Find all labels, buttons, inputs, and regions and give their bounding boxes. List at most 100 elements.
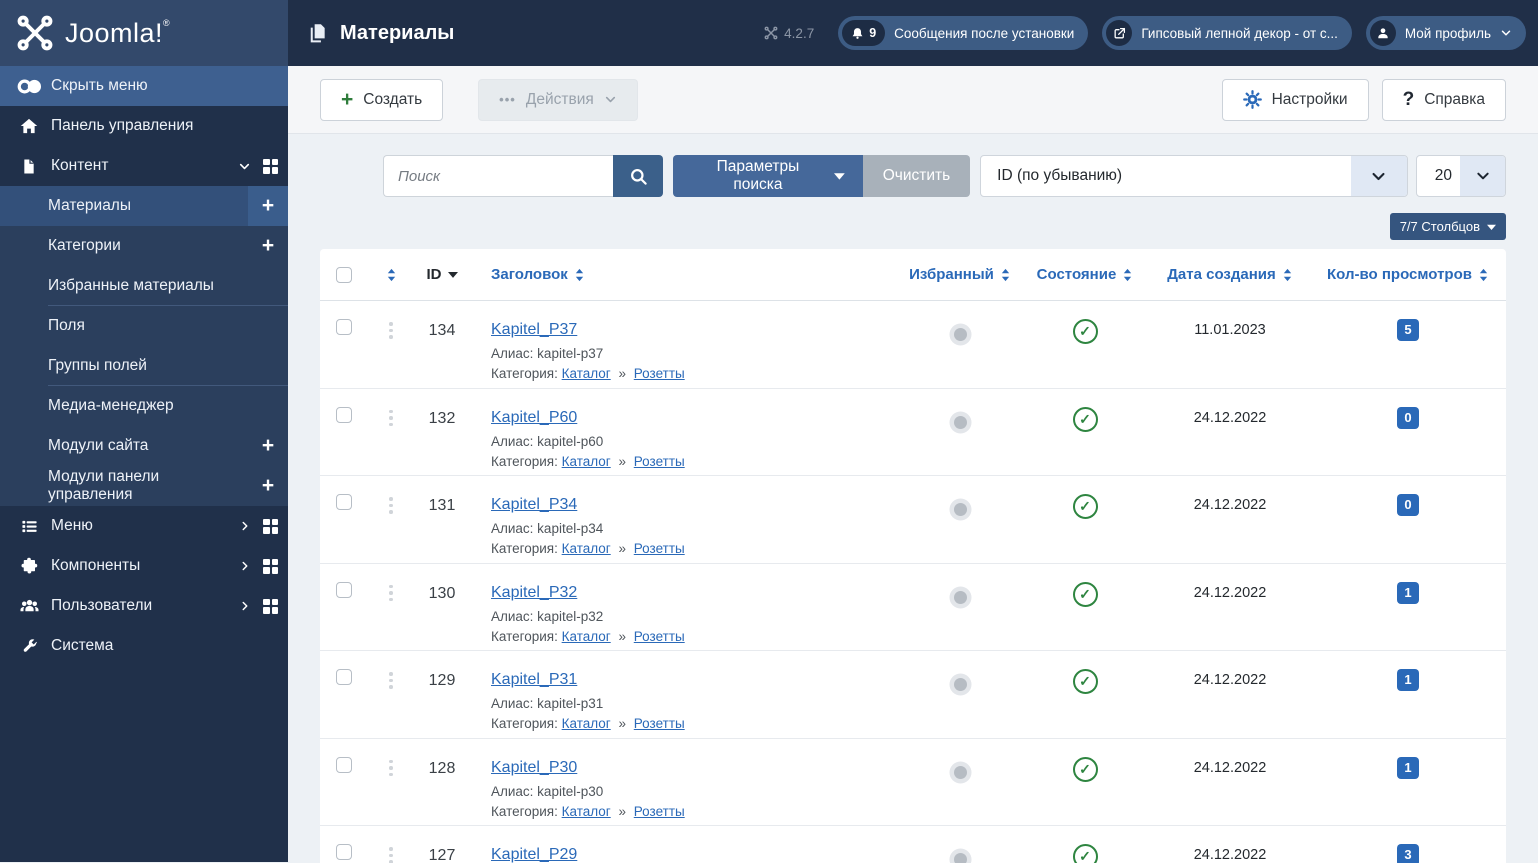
- subcategory-link[interactable]: Розетты: [634, 541, 685, 556]
- featured-toggle-icon[interactable]: [953, 678, 967, 691]
- row-checkbox[interactable]: [336, 669, 352, 685]
- published-status-icon[interactable]: ✓: [1072, 319, 1098, 344]
- created-sort-header[interactable]: Дата создания: [1150, 266, 1310, 283]
- row-checkbox[interactable]: [336, 844, 352, 860]
- site-preview-button[interactable]: Гипсовый лепной декор - от с...: [1102, 16, 1352, 50]
- published-status-icon[interactable]: ✓: [1072, 669, 1098, 694]
- category-link[interactable]: Каталог: [562, 716, 611, 731]
- sidebar-item-dashboard[interactable]: Панель управления: [0, 106, 288, 146]
- sidebar-item-articles[interactable]: Материалы +: [0, 186, 288, 226]
- article-title-link[interactable]: Kapitel_P37: [491, 321, 577, 338]
- sidebar-item-users[interactable]: Пользователи: [0, 586, 288, 626]
- drag-handle[interactable]: [368, 564, 414, 651]
- menus-dashboard-link[interactable]: [263, 518, 278, 534]
- joomla-logo[interactable]: Joomla!®: [0, 0, 288, 66]
- sidebar-item-featured[interactable]: Избранные материалы: [0, 266, 288, 306]
- row-checkbox[interactable]: [336, 494, 352, 510]
- columns-toggle-button[interactable]: 7/7 Столбцов: [1389, 213, 1506, 240]
- post-install-messages-button[interactable]: 9 Сообщения после установки: [838, 16, 1089, 50]
- published-status-icon[interactable]: ✓: [1072, 406, 1098, 432]
- featured-toggle-icon[interactable]: [953, 590, 967, 604]
- article-title-link[interactable]: Kapitel_P31: [491, 671, 577, 688]
- drag-handle[interactable]: [368, 651, 414, 738]
- id-sort-header[interactable]: ID: [414, 266, 470, 283]
- content-dashboard-link[interactable]: [263, 158, 278, 174]
- drag-handle[interactable]: [368, 476, 414, 563]
- title-sort-header[interactable]: Заголовок: [470, 266, 900, 283]
- add-site-module-button[interactable]: +: [248, 426, 288, 466]
- featured-toggle-icon[interactable]: [953, 765, 967, 779]
- category-link[interactable]: Каталог: [562, 366, 611, 381]
- actions-button[interactable]: ••• Действия: [478, 78, 638, 121]
- users-dashboard-link[interactable]: [263, 598, 278, 614]
- row-checkbox[interactable]: [336, 756, 352, 773]
- ordering-sort-header[interactable]: [368, 268, 414, 282]
- hits-sort-header[interactable]: Кол-во просмотров: [1310, 266, 1506, 283]
- row-checkbox[interactable]: [336, 406, 352, 423]
- user-icon: [1369, 20, 1396, 46]
- table-row: 132 Kapitel_P60 Алиас: kapitel-p60 Катег…: [320, 389, 1506, 476]
- subcategory-link[interactable]: Розетты: [634, 366, 685, 381]
- subcategory-link[interactable]: Розетты: [634, 454, 685, 469]
- create-button[interactable]: + Создать: [320, 78, 444, 121]
- drag-dots-icon: [389, 319, 393, 339]
- published-status-icon[interactable]: ✓: [1072, 844, 1098, 863]
- search-input[interactable]: [383, 155, 613, 197]
- featured-sort-header[interactable]: Избранный: [900, 266, 1020, 283]
- article-title-link[interactable]: Kapitel_P34: [491, 496, 577, 513]
- subcategory-link[interactable]: Розетты: [634, 716, 685, 731]
- article-title-link[interactable]: Kapitel_P30: [491, 759, 577, 776]
- options-button[interactable]: Настройки: [1221, 78, 1369, 121]
- add-category-button[interactable]: +: [248, 226, 288, 266]
- article-title-link[interactable]: Kapitel_P29: [491, 846, 577, 863]
- status-sort-header[interactable]: Состояние: [1020, 266, 1150, 283]
- sidebar-item-content[interactable]: Контент: [0, 146, 288, 186]
- sidebar-item-label: Система: [51, 637, 114, 654]
- sidebar-toggle[interactable]: Скрыть меню: [0, 66, 288, 106]
- search-tools-button[interactable]: Параметры поиска: [673, 155, 863, 197]
- category-link[interactable]: Каталог: [562, 541, 611, 556]
- grid-icon: [263, 598, 278, 614]
- add-article-button[interactable]: +: [248, 186, 288, 226]
- sidebar-item-media[interactable]: Медиа-менеджер: [0, 386, 288, 426]
- drag-handle[interactable]: [368, 739, 414, 826]
- published-status-icon[interactable]: ✓: [1072, 756, 1098, 782]
- components-dashboard-link[interactable]: [263, 558, 278, 574]
- clear-button[interactable]: Очистить: [862, 155, 971, 197]
- sidebar-item-menus[interactable]: Меню: [0, 506, 288, 546]
- subcategory-link[interactable]: Розетты: [634, 629, 685, 644]
- article-category: Категория: Каталог » Розетты: [491, 716, 685, 731]
- category-link[interactable]: Каталог: [562, 629, 611, 644]
- sidebar-item-fields[interactable]: Поля: [0, 306, 288, 346]
- subcategory-link[interactable]: Розетты: [634, 804, 685, 819]
- sidebar-item-admin-modules[interactable]: Модули панели управления +: [0, 466, 288, 506]
- sidebar-item-site-modules[interactable]: Модули сайта +: [0, 426, 288, 466]
- row-checkbox[interactable]: [336, 319, 352, 335]
- published-status-icon[interactable]: ✓: [1072, 581, 1098, 607]
- sort-icon: [1000, 268, 1011, 282]
- featured-toggle-icon[interactable]: [953, 328, 967, 341]
- select-all-checkbox[interactable]: [336, 266, 352, 283]
- checkbox-cell: [320, 389, 368, 476]
- sidebar-item-categories[interactable]: Категории +: [0, 226, 288, 266]
- category-link[interactable]: Каталог: [562, 454, 611, 469]
- drag-handle[interactable]: [368, 389, 414, 476]
- category-link[interactable]: Каталог: [562, 804, 611, 819]
- featured-toggle-icon[interactable]: [953, 415, 967, 429]
- published-status-icon[interactable]: ✓: [1072, 494, 1098, 519]
- drag-handle[interactable]: [368, 301, 414, 388]
- drag-handle[interactable]: [368, 826, 414, 863]
- sidebar-item-system[interactable]: Система: [0, 626, 288, 666]
- article-title-link[interactable]: Kapitel_P32: [491, 584, 577, 601]
- add-admin-module-button[interactable]: +: [248, 466, 288, 506]
- sidebar-item-components[interactable]: Компоненты: [0, 546, 288, 586]
- article-title-link[interactable]: Kapitel_P60: [491, 409, 577, 426]
- search-button[interactable]: [613, 155, 663, 197]
- profile-menu-button[interactable]: Мой профиль: [1365, 16, 1526, 50]
- help-button[interactable]: ? Справка: [1381, 78, 1506, 121]
- sort-select[interactable]: ID (по убыванию): [980, 155, 1408, 197]
- featured-toggle-icon[interactable]: [953, 503, 967, 516]
- row-checkbox[interactable]: [336, 581, 352, 598]
- sidebar-item-field-groups[interactable]: Группы полей: [0, 346, 288, 386]
- limit-select[interactable]: 20: [1415, 155, 1506, 197]
